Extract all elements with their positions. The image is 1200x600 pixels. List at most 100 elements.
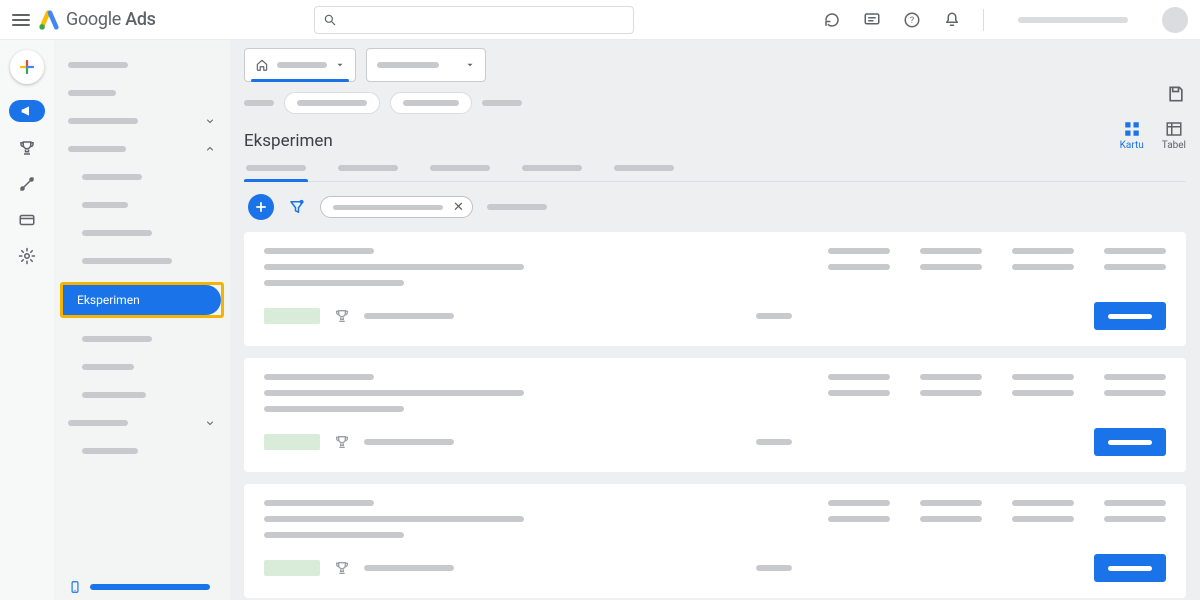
status-badge (264, 434, 320, 450)
winner-icon (334, 308, 350, 324)
nav-subitem[interactable] (54, 194, 230, 216)
nav-subitem[interactable] (54, 356, 230, 378)
crumb-chip[interactable] (284, 92, 380, 114)
breadcrumb (244, 92, 1186, 114)
search-input[interactable] (345, 12, 625, 27)
nav-item[interactable] (54, 82, 230, 104)
crumb[interactable] (482, 100, 522, 106)
card-primary-button[interactable] (1094, 428, 1166, 456)
search-icon (323, 13, 337, 27)
secondary-nav: Eksperimen (54, 40, 230, 600)
global-search[interactable] (314, 6, 634, 34)
subtab[interactable] (244, 157, 308, 181)
rail-goals-icon[interactable] (17, 138, 37, 158)
main-content: Eksperimen Kartu Tabel ✕ (230, 40, 1200, 600)
chevron-up-icon (204, 143, 216, 155)
device-icon (68, 580, 82, 594)
nav-subitem[interactable] (54, 166, 230, 188)
account-name-placeholder (1018, 17, 1128, 23)
save-icon (1166, 84, 1186, 104)
account-avatar[interactable] (1162, 7, 1188, 33)
nav-item-label: Eksperimen (77, 293, 140, 307)
home-icon (255, 58, 269, 72)
winner-icon (334, 434, 350, 450)
nav-item-expandable[interactable] (54, 412, 230, 434)
nav-subitem[interactable] (54, 250, 230, 272)
chevron-down-icon (204, 417, 216, 429)
page-title: Eksperimen (244, 131, 333, 151)
status-badge (264, 308, 320, 324)
gear-icon (18, 247, 36, 265)
campaign-selector[interactable] (366, 48, 486, 82)
card-secondary-placeholder (756, 313, 792, 319)
chat-icon[interactable] (863, 11, 881, 29)
refresh-icon[interactable] (823, 11, 841, 29)
account-selector[interactable] (244, 48, 356, 82)
view-cards[interactable]: Kartu (1120, 120, 1144, 151)
remove-filter-icon[interactable]: ✕ (453, 200, 464, 215)
crumb[interactable] (244, 100, 274, 106)
card-title-placeholder (264, 248, 374, 254)
subtab[interactable] (520, 157, 584, 181)
top-actions: ? (823, 7, 1188, 33)
add-experiment-button[interactable] (248, 194, 274, 220)
rail-tools-icon[interactable] (17, 174, 37, 194)
card-primary-button[interactable] (1094, 554, 1166, 582)
brand-product: Ads (125, 9, 155, 30)
card-primary-button[interactable] (1094, 302, 1166, 330)
active-filter-chip[interactable]: ✕ (320, 196, 473, 218)
trophy-icon (18, 139, 36, 157)
subtab[interactable] (612, 157, 676, 181)
view-table[interactable]: Tabel (1162, 120, 1186, 151)
scope-selectors (244, 48, 1186, 82)
rail-billing-icon[interactable] (17, 210, 37, 230)
nav-subitem[interactable] (54, 328, 230, 350)
nav-subitem[interactable] (54, 384, 230, 406)
nav-active-highlight: Eksperimen (60, 282, 224, 318)
menu-icon[interactable] (12, 11, 30, 29)
card-subtitle-placeholder (264, 280, 404, 286)
filter-chip-label (333, 205, 443, 210)
experiment-cards (244, 232, 1186, 598)
plus-multicolor-icon (18, 58, 36, 76)
subtabs (244, 157, 1186, 182)
caret-down-icon (465, 60, 475, 70)
ads-logo-icon (38, 9, 60, 31)
nav-footer-placeholder (90, 584, 210, 590)
trophy-icon (334, 308, 350, 324)
plus-icon (254, 200, 268, 214)
chevron-down-icon (204, 115, 216, 127)
nav-footer[interactable] (54, 580, 230, 594)
subtab[interactable] (336, 157, 400, 181)
funnel-icon (288, 198, 306, 216)
view-table-label: Tabel (1162, 140, 1186, 151)
nav-item-eksperimen[interactable]: Eksperimen (63, 285, 221, 315)
google-ads-logo[interactable]: Google Ads (38, 9, 156, 31)
card-subtitle-placeholder (264, 264, 524, 270)
crumb-chip[interactable] (390, 92, 472, 114)
notifications-icon[interactable] (943, 11, 961, 29)
nav-item[interactable] (54, 54, 230, 76)
divider (983, 9, 984, 31)
rail-campaigns-icon[interactable] (9, 100, 45, 122)
rail-admin-icon[interactable] (17, 246, 37, 266)
svg-text:?: ? (910, 16, 914, 26)
experiment-card[interactable] (244, 484, 1186, 598)
card-icon (18, 211, 36, 229)
reports-panel-icon[interactable] (1166, 84, 1186, 104)
nav-item-expandable[interactable] (54, 138, 230, 160)
nav-subitem[interactable] (54, 440, 230, 462)
nav-subitem[interactable] (54, 222, 230, 244)
experiment-card[interactable] (244, 232, 1186, 346)
status-badge (264, 560, 320, 576)
create-button[interactable] (10, 50, 44, 84)
experiment-card[interactable] (244, 358, 1186, 472)
card-note-placeholder (364, 313, 454, 319)
subtab[interactable] (428, 157, 492, 181)
filter-button[interactable] (288, 198, 306, 216)
toolbar-label-placeholder (487, 204, 547, 210)
view-cards-label: Kartu (1120, 140, 1144, 151)
megaphone-icon (19, 103, 35, 119)
nav-item-expandable[interactable] (54, 110, 230, 132)
help-icon[interactable]: ? (903, 11, 921, 29)
